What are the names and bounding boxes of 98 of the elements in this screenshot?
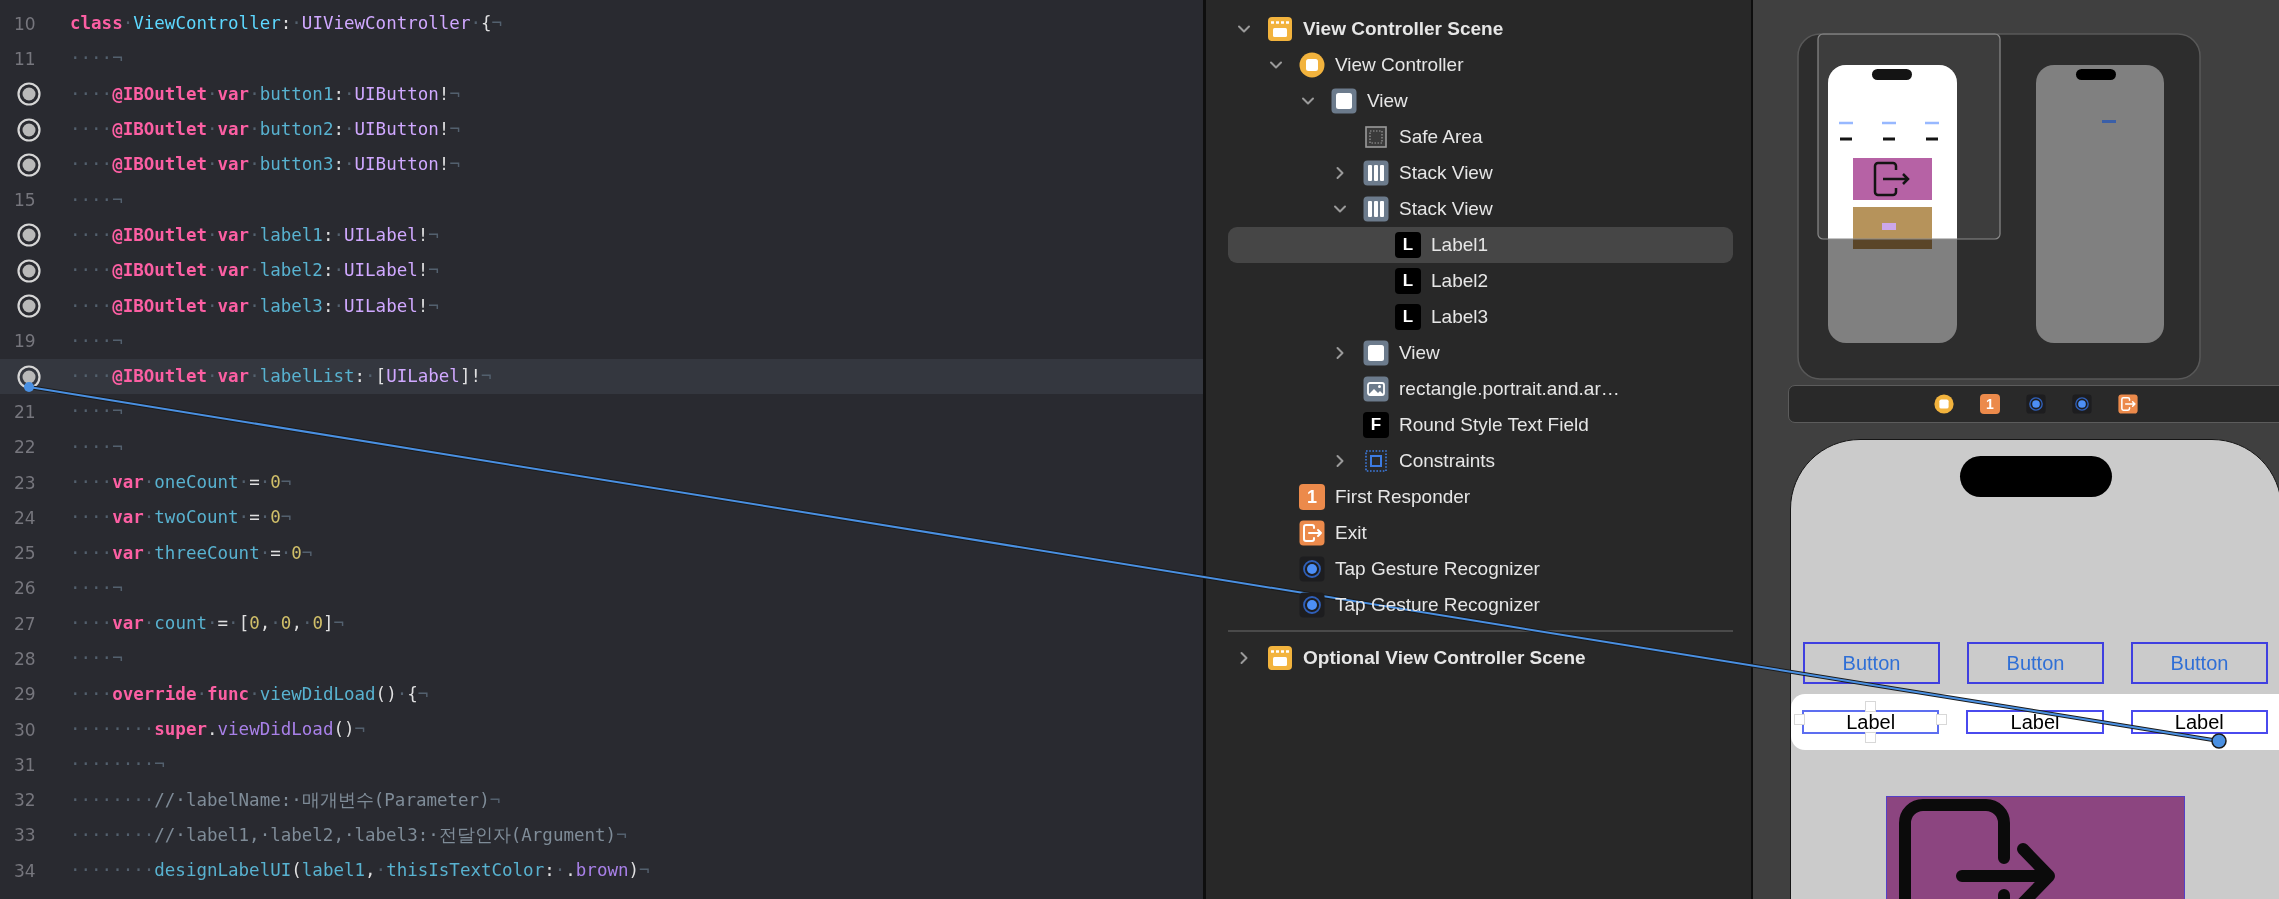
code-line: ········//·labelName:·매개변수(Parameter)¬	[70, 788, 501, 812]
view-icon	[1363, 340, 1389, 366]
line-number: 21	[14, 401, 36, 422]
code-line: ····@IBOutlet·var·labelList:·[UILabel]!¬	[70, 365, 492, 389]
code-line: ····¬	[70, 435, 123, 459]
outlet-connection-icon[interactable]	[17, 82, 41, 107]
code-line: ····@IBOutlet·var·button2:·UIButton!¬	[70, 118, 460, 142]
line-number: 28	[14, 649, 36, 669]
minimap-drawing[interactable]	[1797, 33, 2201, 380]
image-view[interactable]	[1886, 796, 2185, 899]
outlet-connection-icon[interactable]	[17, 258, 41, 283]
tap-gesture-icon	[2026, 394, 2046, 414]
first-responder-icon: 1	[1980, 394, 2000, 414]
code-line: ········designLabelUI(label1,·thisIsTextColor:·.brown)¬	[70, 859, 650, 883]
image-icon	[1363, 376, 1389, 402]
code-line: ····¬	[70, 47, 123, 71]
first-responder-icon: 1	[1299, 484, 1325, 510]
safe-area-icon	[1363, 124, 1389, 150]
outlet-connection-icon[interactable]	[17, 294, 41, 318]
view-controller-icon	[1934, 394, 1954, 414]
outline-item[interactable]: Stack View	[1228, 155, 1733, 191]
outline-item[interactable]: L Label1	[1228, 227, 1733, 263]
ui-label[interactable]: Label	[1966, 710, 2104, 734]
clapperboard-icon	[1267, 645, 1293, 671]
label-icon: L	[1395, 304, 1421, 330]
outline-item[interactable]: Constraints	[1228, 443, 1733, 479]
view-icon	[1331, 88, 1357, 114]
line-number: 34	[14, 860, 36, 881]
outline-item[interactable]: View Controller	[1228, 47, 1733, 83]
line-number: 32	[14, 790, 36, 811]
line-number: 11	[14, 48, 36, 69]
line-number: 27	[14, 613, 36, 634]
outline-item[interactable]: F Round Style Text Field	[1228, 407, 1733, 443]
code-line: ········¬	[70, 753, 165, 777]
code-line: ····@IBOutlet·var·label3:·UILabel!¬	[70, 294, 439, 318]
code-line: ····var·twoCount·=·0¬	[70, 506, 292, 530]
outline-item[interactable]: L Label3	[1228, 299, 1733, 335]
outline-item[interactable]: Tap Gesture Recognizer	[1228, 551, 1733, 587]
resize-handle[interactable]	[1864, 701, 1876, 712]
outlet-connection-icon[interactable]	[17, 117, 41, 142]
resize-handle[interactable]	[1936, 714, 1948, 725]
outlet-connection-icon[interactable]	[17, 223, 41, 248]
line-number: 26	[14, 578, 36, 599]
outline-item[interactable]: L Label2	[1228, 263, 1733, 299]
stack-view-icon	[1363, 196, 1389, 222]
view-controller-icon	[1299, 52, 1325, 78]
ui-label[interactable]: Label	[2130, 710, 2268, 734]
outline-item[interactable]: View	[1228, 83, 1733, 119]
line-number: 19	[14, 331, 36, 352]
code-line: ····var·count·=·[0,·0,·0]¬	[70, 612, 345, 636]
outline-item[interactable]: Exit	[1228, 515, 1733, 551]
exit-icon	[2118, 394, 2138, 414]
outlet-connection-icon[interactable]	[17, 152, 41, 177]
line-number: 33	[14, 825, 36, 846]
code-line: ····@IBOutlet·var·button3:·UIButton!¬	[70, 153, 460, 177]
outlet-connection-icon[interactable]	[17, 364, 41, 389]
code-line: ········//·label1,·label2,·label3:·전달인자(Argument)¬	[70, 823, 627, 847]
outline-item[interactable]: Optional View Controller Scene	[1228, 640, 1733, 676]
line-number: 25	[14, 543, 36, 564]
code-line: ····¬	[70, 400, 123, 424]
stack-view-icon	[1363, 160, 1389, 186]
tap-gesture-icon	[1299, 556, 1325, 582]
line-number: 31	[14, 754, 36, 775]
code-line: ····¬	[70, 647, 123, 671]
code-line: class·ViewController:·UIViewController·{¬	[70, 12, 503, 36]
code-line: ····¬	[70, 329, 123, 353]
code-line: ····¬	[70, 188, 123, 212]
code-line: ····@IBOutlet·var·label2:·UILabel!¬	[70, 259, 439, 283]
line-number: 24	[14, 507, 36, 528]
line-number: 10	[14, 13, 36, 34]
outline-item[interactable]: View	[1228, 335, 1733, 371]
text-field-icon: F	[1363, 412, 1389, 438]
outline-item[interactable]: View Controller Scene	[1228, 11, 1733, 47]
line-number: 22	[14, 437, 36, 458]
line-number: 15	[14, 190, 36, 211]
tap-gesture-icon	[1299, 592, 1325, 618]
line-number: 23	[14, 472, 36, 493]
clapperboard-icon	[1267, 16, 1293, 42]
outline-item[interactable]: Stack View	[1228, 191, 1733, 227]
code-line: ····var·threeCount·=·0¬	[70, 541, 313, 565]
tap-gesture-icon	[2072, 394, 2092, 414]
outline-item[interactable]: rectangle.portrait.and.ar…	[1228, 371, 1733, 407]
outline-item[interactable]: 1 First Responder	[1228, 479, 1733, 515]
code-line: ····¬	[70, 576, 123, 600]
constraints-icon	[1363, 448, 1389, 474]
resize-handle[interactable]	[1794, 714, 1805, 725]
exit-icon	[1299, 520, 1325, 546]
code-line: ····var·oneCount·=·0¬	[70, 471, 292, 494]
line-number: 30	[14, 719, 36, 740]
code-line: ····override·func·viewDidLoad()·{¬	[70, 682, 429, 706]
label-icon: L	[1395, 232, 1421, 258]
code-line: ····@IBOutlet·var·button1:·UIButton!¬	[70, 82, 460, 106]
code-line: ········super.viewDidLoad()¬	[70, 718, 366, 742]
line-number: 29	[14, 684, 36, 705]
outline-item[interactable]: Safe Area	[1228, 119, 1733, 155]
label-icon: L	[1395, 268, 1421, 294]
code-line: ····@IBOutlet·var·label1:·UILabel!¬	[70, 223, 439, 247]
resize-handle[interactable]	[1864, 732, 1876, 743]
